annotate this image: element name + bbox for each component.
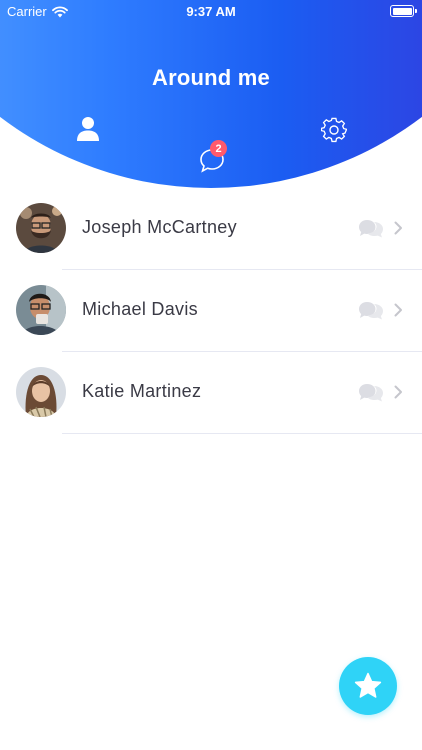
contact-name: Michael Davis <box>82 299 198 319</box>
profile-button[interactable] <box>75 115 101 143</box>
chevron-right-icon <box>394 385 402 399</box>
messages-icon <box>359 384 383 402</box>
messages-icon <box>359 302 383 320</box>
row-divider <box>62 433 422 434</box>
settings-button[interactable] <box>320 116 348 144</box>
chat-button[interactable]: 2 <box>198 140 227 174</box>
star-icon <box>354 672 382 698</box>
contact-name: Joseph McCartney <box>82 217 237 237</box>
chevron-right-icon <box>394 221 402 235</box>
avatar <box>16 203 66 253</box>
page-title: Around me <box>152 65 270 90</box>
avatar <box>16 367 66 417</box>
avatar <box>16 285 66 335</box>
chevron-right-icon <box>394 303 402 317</box>
contact-row[interactable]: Joseph McCartney <box>0 188 422 270</box>
favorites-button[interactable] <box>339 657 397 715</box>
status-time: 9:37 AM <box>186 4 236 19</box>
contact-row[interactable]: Katie Martinez <box>0 352 422 434</box>
messages-icon <box>359 220 383 238</box>
header: Carrier 9:37 AM Around me 2 <box>0 0 422 190</box>
contact-name: Katie Martinez <box>82 381 202 401</box>
contact-list: Joseph McCartney Michael Davis Katie Mar… <box>0 188 422 434</box>
user-icon <box>77 117 99 141</box>
chat-badge: 2 <box>210 140 227 157</box>
contact-row[interactable]: Michael Davis <box>0 270 422 352</box>
settings-icon <box>321 117 347 143</box>
status-bar: Carrier 9:37 AM <box>0 0 422 22</box>
battery-icon <box>390 5 417 17</box>
